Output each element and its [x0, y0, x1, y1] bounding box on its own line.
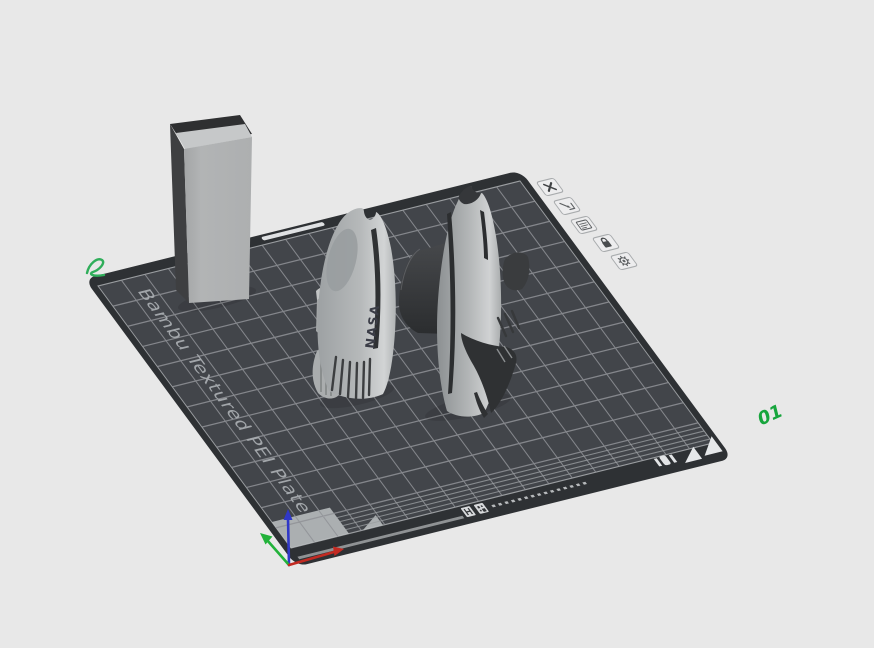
block-front-face [184, 137, 252, 303]
model-rectangular-block[interactable] [170, 115, 252, 303]
plater-viewport[interactable]: Bambu Textured PEI Plate 01 NASA [0, 0, 874, 648]
